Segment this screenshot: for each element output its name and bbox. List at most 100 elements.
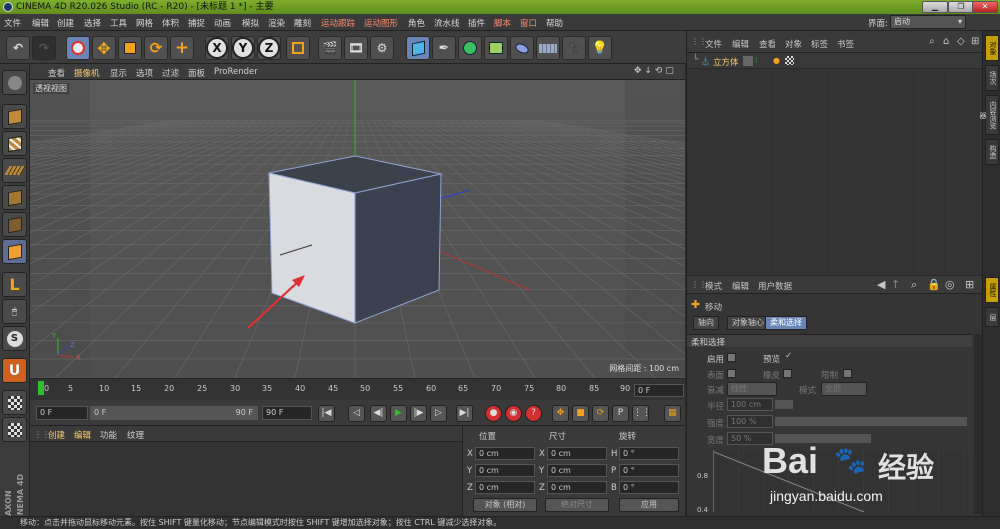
radius-slider[interactable] bbox=[775, 400, 793, 409]
timeline-window-icon[interactable]: ▦ bbox=[664, 405, 681, 422]
key-parameter-icon[interactable]: P bbox=[612, 405, 629, 422]
viewport-menu-display[interactable]: 显示 bbox=[110, 67, 127, 79]
menu-mesh[interactable]: 网格 bbox=[136, 17, 153, 29]
edges-mode-icon[interactable] bbox=[2, 212, 27, 237]
menu-window[interactable]: 窗口 bbox=[520, 17, 537, 29]
cube-primitive-icon[interactable] bbox=[406, 36, 430, 60]
add-icon[interactable]: + bbox=[170, 36, 194, 60]
live-select-icon[interactable] bbox=[66, 36, 90, 60]
rotation-b-field[interactable]: 0 ° bbox=[619, 481, 679, 494]
viewport-menu-panel[interactable]: 面板 bbox=[188, 67, 205, 79]
side-tab-structure[interactable]: 构造 bbox=[985, 139, 999, 165]
x-axis-lock[interactable]: X bbox=[205, 36, 229, 60]
edit-render-settings-icon[interactable]: ⚙ bbox=[370, 36, 394, 60]
menu-animate[interactable]: 动画 bbox=[214, 17, 231, 29]
strength-field[interactable]: 100 % bbox=[727, 415, 773, 428]
position-x-field[interactable]: 0 cm bbox=[475, 447, 535, 460]
timeline-ruler[interactable]: 0 5 10 15 20 25 30 35 40 45 50 55 60 65 … bbox=[30, 378, 685, 400]
deformer-icon[interactable] bbox=[510, 36, 534, 60]
menu-render[interactable]: 渲染 bbox=[268, 17, 285, 29]
viewport-menu-options[interactable]: 选项 bbox=[136, 67, 153, 79]
size-z-field[interactable]: 0 cm bbox=[547, 481, 607, 494]
coordinate-mode-select[interactable]: 对象 (相对) bbox=[473, 498, 537, 512]
menu-plugins[interactable]: 插件 bbox=[468, 17, 485, 29]
radius-field[interactable]: 100 cm bbox=[727, 398, 773, 411]
mode-select[interactable]: 全部 bbox=[821, 382, 867, 396]
key-scale-icon[interactable]: ■ bbox=[572, 405, 589, 422]
object-menu-edit[interactable]: 编辑 bbox=[732, 38, 749, 50]
menu-mograph[interactable]: 运动图形 bbox=[364, 17, 398, 29]
previous-frame-button[interactable]: ◀| bbox=[370, 405, 387, 422]
play-button[interactable]: ▶ bbox=[390, 405, 407, 422]
viewport-menu-filter[interactable]: 过滤 bbox=[162, 67, 179, 79]
menu-select[interactable]: 选择 bbox=[84, 17, 101, 29]
menu-help[interactable]: 帮助 bbox=[546, 17, 563, 29]
light-icon[interactable]: 💡 bbox=[588, 36, 612, 60]
attribute-menu-userdata[interactable]: 用户数据 bbox=[758, 280, 792, 292]
rotation-p-field[interactable]: 0 ° bbox=[619, 464, 679, 477]
navigate-icon[interactable]: ⌕ bbox=[911, 278, 917, 292]
tab-object-axis[interactable]: 对象轴心 bbox=[727, 316, 769, 330]
close-button[interactable]: ✕ bbox=[972, 1, 998, 13]
falloff-select[interactable]: 线性 bbox=[727, 382, 777, 396]
next-frame-button[interactable]: |▶ bbox=[410, 405, 427, 422]
workplane-icon[interactable] bbox=[2, 158, 27, 183]
attribute-menu-edit[interactable]: 编辑 bbox=[732, 280, 749, 292]
current-frame-field[interactable]: 0 F bbox=[634, 384, 684, 397]
viewport-nav-icons[interactable]: ✥ ↓ ⟲ ▢ bbox=[634, 66, 674, 76]
y-axis-lock[interactable]: Y bbox=[231, 36, 255, 60]
minimize-button[interactable]: ▁ bbox=[922, 1, 948, 13]
material-menu-edit[interactable]: 编辑 bbox=[74, 429, 91, 441]
rubber-checkbox[interactable] bbox=[783, 369, 792, 378]
array-generator-icon[interactable] bbox=[484, 36, 508, 60]
rotate-icon[interactable]: ⟳ bbox=[144, 36, 168, 60]
undo-icon[interactable]: ↶ bbox=[6, 36, 30, 60]
end-frame-field[interactable]: 90 F bbox=[262, 406, 312, 420]
preview-range-slider[interactable]: 0 F 90 F bbox=[90, 406, 258, 420]
object-menu-tags[interactable]: 标签 bbox=[811, 38, 828, 50]
size-mode-select[interactable]: 绝对尺寸 bbox=[545, 498, 609, 512]
restrict-checkbox[interactable] bbox=[843, 369, 852, 378]
tab-axis[interactable]: 轴向 bbox=[693, 316, 719, 330]
search-icon[interactable]: ⌕ bbox=[929, 36, 935, 47]
position-y-field[interactable]: 0 cm bbox=[475, 464, 535, 477]
menu-create[interactable]: 创建 bbox=[57, 17, 74, 29]
viewport-menu-camera[interactable]: 摄像机 bbox=[74, 67, 100, 79]
checkmark-icon[interactable]: ✓ bbox=[785, 351, 792, 361]
menu-volume[interactable]: 体积 bbox=[162, 17, 179, 29]
menu-snap[interactable]: 捕捉 bbox=[188, 17, 205, 29]
enabled-check-icon[interactable]: ⁝ bbox=[755, 56, 758, 65]
menu-character[interactable]: 角色 bbox=[408, 17, 425, 29]
home-icon[interactable]: ⌂ bbox=[943, 36, 949, 47]
polygons-mode-icon[interactable] bbox=[2, 239, 27, 264]
maximize-button[interactable]: ❐ bbox=[948, 1, 974, 13]
floor-icon[interactable] bbox=[536, 36, 560, 60]
side-tab-layers[interactable]: 层 bbox=[985, 307, 999, 327]
camera-icon[interactable]: 🎥 bbox=[562, 36, 586, 60]
object-row[interactable]: └ ⏃ 立方体 ⁝ ● bbox=[687, 53, 983, 69]
menu-tools[interactable]: 工具 bbox=[110, 17, 127, 29]
move-icon[interactable]: ✥ bbox=[92, 36, 116, 60]
menu-pipeline[interactable]: 流水线 bbox=[434, 17, 460, 29]
model-mode-icon[interactable] bbox=[2, 104, 27, 129]
previous-key-button[interactable]: ◁ bbox=[348, 405, 365, 422]
coordinate-system-icon[interactable] bbox=[286, 36, 310, 60]
magnet-icon[interactable]: U bbox=[2, 358, 27, 383]
next-key-button[interactable]: ▷ bbox=[430, 405, 447, 422]
size-x-field[interactable]: 0 cm bbox=[547, 447, 607, 460]
phong-tag-icon[interactable]: ● bbox=[773, 56, 780, 65]
new-view-icon[interactable]: ◇ bbox=[957, 36, 965, 47]
enable-axis-icon[interactable]: L bbox=[2, 272, 27, 297]
keyframe-selection-icon[interactable]: ? bbox=[525, 405, 542, 422]
side-tab-attributes[interactable]: 属性 bbox=[985, 277, 999, 303]
surface-checkbox[interactable] bbox=[727, 369, 736, 378]
points-mode-icon[interactable] bbox=[2, 185, 27, 210]
snap-icon[interactable]: S bbox=[2, 326, 27, 351]
material-tag-icon[interactable] bbox=[785, 56, 794, 65]
record-active-objects-icon[interactable]: ● bbox=[485, 405, 502, 422]
object-list-area[interactable] bbox=[687, 69, 983, 275]
object-menu-bookmarks[interactable]: 书签 bbox=[837, 38, 854, 50]
grid-snap-icon[interactable] bbox=[2, 417, 27, 442]
viewport-canvas[interactable]: Y Z X bbox=[30, 80, 685, 378]
material-menu-create[interactable]: 创建 bbox=[48, 429, 65, 441]
